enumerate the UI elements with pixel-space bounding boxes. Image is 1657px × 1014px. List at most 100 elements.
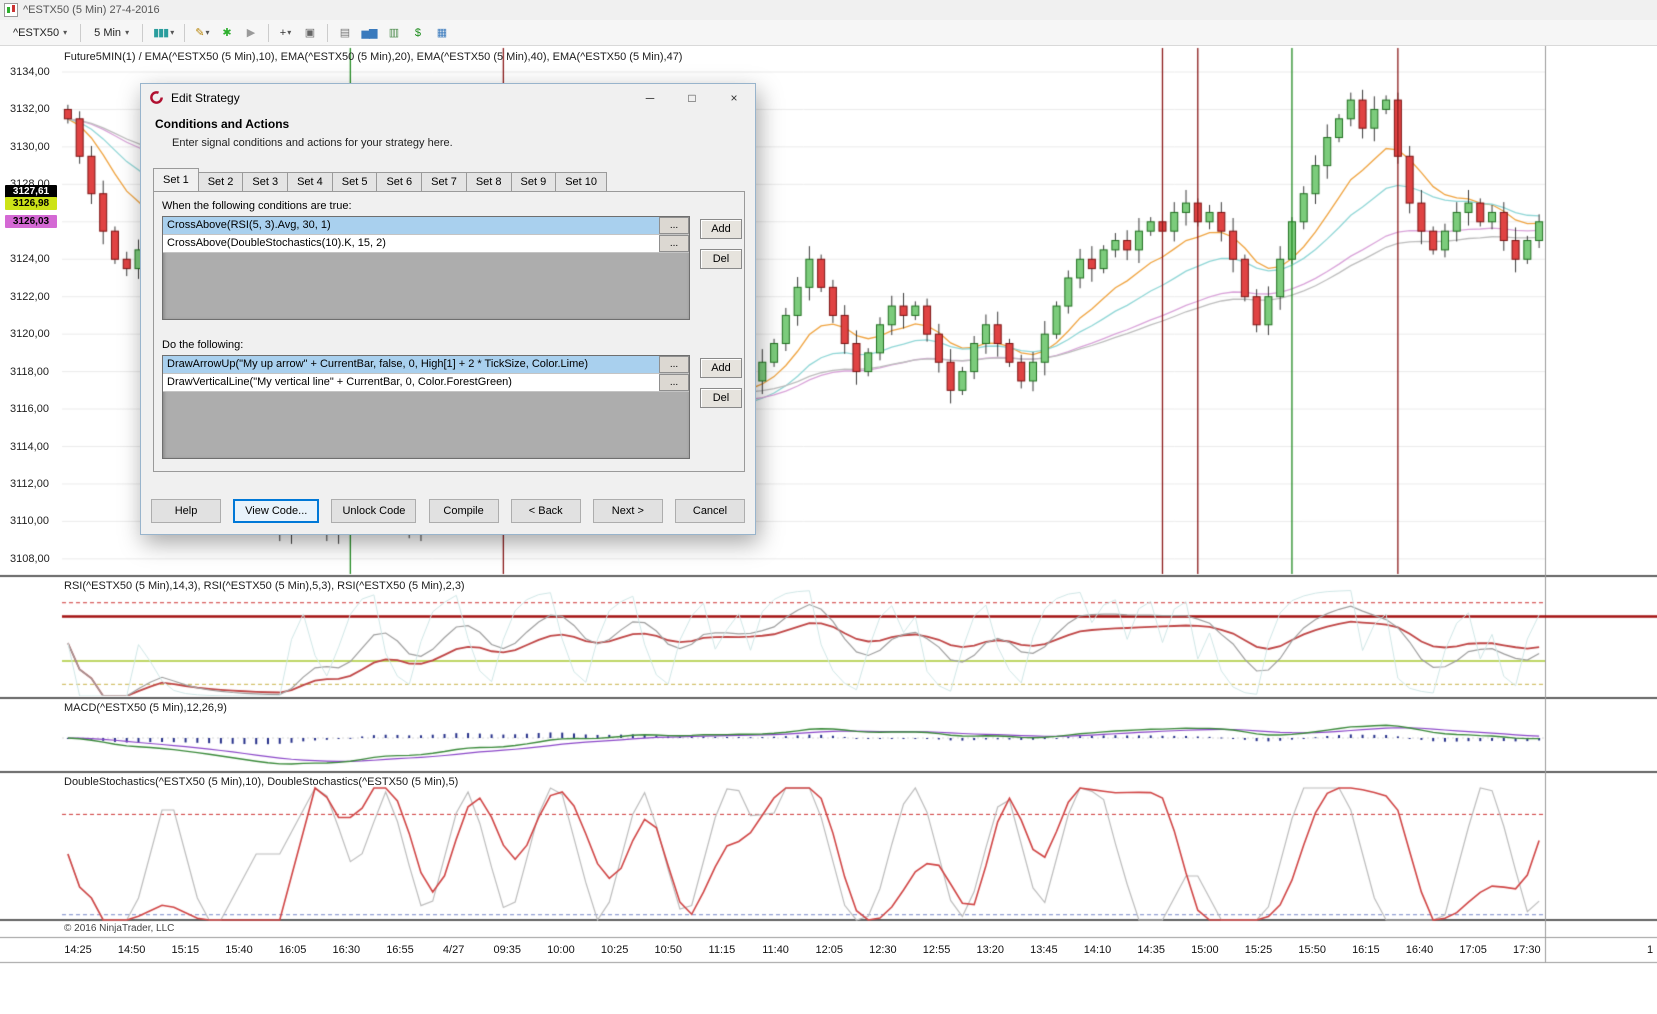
price-axis-label: 3120,00: [10, 328, 50, 341]
price-marker: 3126,03: [5, 214, 57, 228]
maximize-button[interactable]: □: [671, 84, 713, 111]
price-axis-label: 3110,00: [10, 515, 49, 528]
price-axis-label: 3122,00: [10, 290, 50, 303]
tab-set-6[interactable]: Set 6: [376, 172, 423, 191]
time-axis-label: 15:00: [1191, 944, 1219, 956]
dialog-tab-page: When the following conditions are true: …: [153, 191, 745, 472]
rsi-panel-label: RSI(^ESTX50 (5 Min),14,3), RSI(^ESTX50 (…: [64, 580, 465, 592]
time-axis-label: 17:05: [1459, 944, 1487, 956]
view-code-button[interactable]: View Code...: [233, 499, 320, 523]
tab-set-4[interactable]: Set 4: [287, 172, 333, 191]
crosshair-icon: +: [279, 26, 287, 39]
time-axis-label: 16:40: [1405, 944, 1434, 956]
dialog-controls: ─ □ ×: [629, 84, 755, 111]
data-grid-button[interactable]: ▦: [430, 23, 452, 43]
instrument-selector[interactable]: ^ESTX50 ▾: [6, 25, 74, 41]
dialog-titlebar[interactable]: Edit Strategy ─ □ ×: [141, 84, 755, 111]
chart-style-button[interactable]: ▮▮▮ ▾: [149, 23, 178, 43]
price-axis-label: 3132,00: [10, 103, 50, 116]
actions-list: DrawArrowUp("My up arrow" + CurrentBar, …: [162, 355, 690, 459]
add-condition-button[interactable]: Add: [700, 219, 742, 239]
time-axis-label: 12:05: [815, 944, 843, 956]
interval-label: 5 Min: [94, 26, 122, 39]
macd-panel-label: MACD(^ESTX50 (5 Min),12,26,9): [64, 702, 227, 714]
next-button[interactable]: Next >: [592, 499, 663, 523]
interval-selector[interactable]: 5 Min ▾: [87, 25, 136, 41]
edit-action-button[interactable]: ...: [659, 374, 689, 391]
app-icon: [4, 3, 18, 17]
time-axis-label: 14:50: [117, 944, 146, 956]
crosshair-button[interactable]: + ▾: [275, 23, 297, 43]
dialog-footer: Help View Code... Unlock Code Compile < Back…: [151, 499, 745, 523]
export-chart-icon: ▥: [388, 27, 399, 39]
dialog-subheading: Enter signal conditions and actions for …: [172, 137, 453, 149]
ninjatrader-icon: [150, 91, 163, 104]
snapshot-icon: ▣: [304, 27, 315, 39]
tab-set-2[interactable]: Set 2: [197, 172, 244, 191]
time-axis-label: 10:50: [654, 944, 683, 956]
tab-set-10[interactable]: Set 10: [555, 172, 607, 191]
add-indicator-button[interactable]: ✱: [216, 23, 238, 43]
time-axis-label: 15:50: [1298, 944, 1326, 956]
conditions-label: When the following conditions are true:: [162, 200, 352, 212]
tab-set-7[interactable]: Set 7: [421, 172, 467, 191]
dialog-tabs: Set 1 Set 2 Set 3 Set 4 Set 5 Set 6 Set 7 Set 8…: [153, 168, 607, 191]
add-action-button[interactable]: Add: [700, 358, 742, 378]
condition-row[interactable]: CrossAbove(DoubleStochastics(10).K, 15, …: [163, 235, 689, 253]
time-axis-label: 11:40: [762, 944, 789, 956]
bar-analyzer-icon: ▅▆: [361, 27, 378, 39]
time-axis-label: 14:10: [1083, 944, 1112, 956]
back-button[interactable]: < Back: [510, 499, 581, 523]
toolbar-separator: [80, 23, 82, 42]
toolbar-separator: [184, 23, 186, 42]
price-axis-label: 3116,00: [10, 403, 49, 416]
time-axis-label: 15:15: [171, 944, 200, 956]
toolbar-separator: [267, 23, 269, 42]
action-row[interactable]: DrawArrowUp("My up arrow" + CurrentBar, …: [163, 356, 689, 374]
pointer-button[interactable]: ▶: [240, 23, 262, 43]
close-button[interactable]: ×: [713, 84, 755, 111]
time-axis-label: 14:35: [1137, 944, 1165, 956]
time-axis-label: 17:30: [1513, 944, 1541, 956]
time-axis-label: 13:20: [976, 944, 1004, 956]
condition-row-text: CrossAbove(DoubleStochastics(10).K, 15, …: [167, 237, 386, 249]
cancel-button[interactable]: Cancel: [675, 499, 745, 523]
export-chart-button[interactable]: ▥: [382, 23, 404, 43]
edit-action-button[interactable]: ...: [659, 356, 689, 373]
chevron-down-icon: ▾: [287, 28, 292, 37]
unlock-code-button[interactable]: Unlock Code: [331, 499, 417, 523]
tab-set-3[interactable]: Set 3: [242, 172, 289, 191]
window-layout-button[interactable]: ▤: [334, 23, 356, 43]
time-axis-label: 14:25: [64, 944, 92, 956]
action-row-text: DrawVerticalLine("My vertical line" + Cu…: [167, 376, 512, 388]
price-marker: 3126,98: [5, 196, 57, 210]
tab-set-9[interactable]: Set 9: [510, 172, 557, 191]
copyright-label: © 2016 NinjaTrader, LLC: [64, 923, 175, 934]
snapshot-button[interactable]: ▣: [299, 23, 321, 43]
chevron-down-icon: ▾: [205, 28, 210, 37]
drawing-tools-button[interactable]: ✎ ▾: [191, 23, 213, 43]
chart-trader-icon: $: [414, 26, 421, 39]
chart-trader-button[interactable]: $: [406, 23, 428, 43]
tab-set-8[interactable]: Set 8: [465, 172, 512, 191]
chevron-down-icon: ▾: [125, 28, 130, 37]
toolbar-icons: ▮▮▮ ▾ ✎ ▾ ✱ ▶ + ▾ ▣ ▤ ▅▆ ▥ $ ▦: [138, 23, 452, 43]
minimize-button[interactable]: ─: [629, 84, 671, 111]
time-axis-label: 16:55: [386, 944, 414, 956]
compile-button[interactable]: Compile: [428, 499, 499, 523]
condition-row[interactable]: CrossAbove(RSI(5, 3).Avg, 30, 1)...: [163, 217, 689, 235]
del-condition-button[interactable]: Del: [700, 249, 742, 269]
tab-set-5[interactable]: Set 5: [331, 172, 378, 191]
edit-condition-button[interactable]: ...: [659, 235, 689, 252]
action-row[interactable]: DrawVerticalLine("My vertical line" + Cu…: [163, 374, 689, 392]
tab-set-1[interactable]: Set 1: [153, 168, 199, 191]
del-action-button[interactable]: Del: [700, 388, 742, 408]
toolbar-separator: [326, 23, 328, 42]
edit-condition-button[interactable]: ...: [659, 217, 689, 234]
window-layout-icon: ▤: [339, 27, 350, 39]
window-titlebar: ^ESTX50 (5 Min) 27-4-2016: [0, 0, 1657, 20]
help-button[interactable]: Help: [151, 499, 221, 523]
conditions-list: CrossAbove(RSI(5, 3).Avg, 30, 1)... Cross…: [162, 216, 690, 320]
time-axis-label: 16:15: [1352, 944, 1380, 956]
bar-analyzer-button[interactable]: ▅▆: [358, 23, 381, 43]
